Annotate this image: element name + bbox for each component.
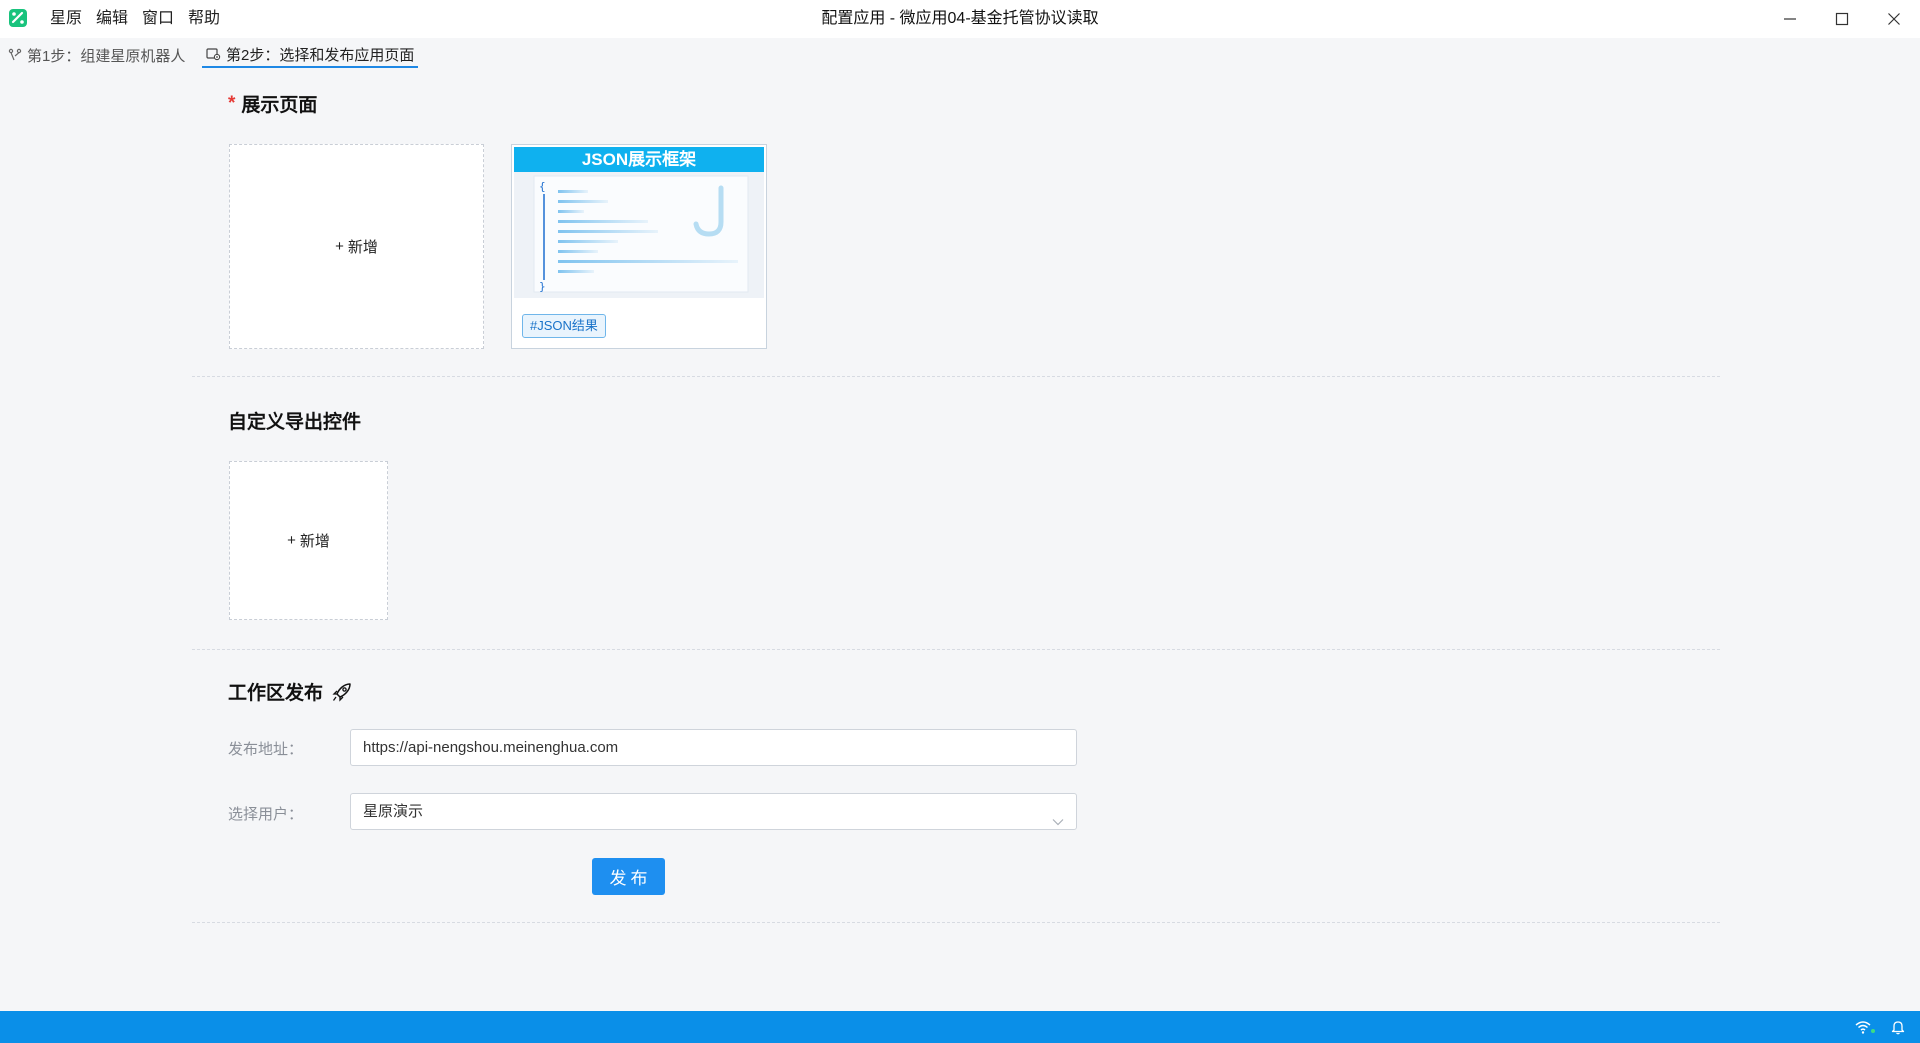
display-page-title: * 展示页面 bbox=[228, 90, 317, 117]
maximize-icon bbox=[1835, 12, 1849, 26]
svg-text:{: { bbox=[539, 180, 546, 193]
menu-item-edit[interactable]: 编辑 bbox=[89, 0, 135, 38]
window-title: 配置应用 - 微应用04-基金托管协议读取 bbox=[821, 10, 1099, 27]
plus-icon: + bbox=[287, 532, 296, 549]
select-user-label: 选择用户： bbox=[228, 806, 304, 823]
add-display-page-label: 新增 bbox=[347, 239, 378, 256]
rocket-icon bbox=[331, 681, 353, 703]
close-icon bbox=[1888, 13, 1900, 25]
tab-step-1[interactable]: 第1步：组建星原机器人 bbox=[4, 42, 189, 68]
maximize-button[interactable] bbox=[1816, 0, 1868, 38]
publish-address-input[interactable]: https://api-nengshou.meinenghua.com bbox=[350, 729, 1077, 766]
json-preview-image: { } bbox=[514, 172, 764, 298]
plus-icon: + bbox=[335, 238, 344, 255]
tab-step-1-label: 第1步：组建星原机器人 bbox=[27, 47, 186, 65]
page-settings-icon bbox=[206, 47, 221, 61]
close-button[interactable] bbox=[1868, 0, 1920, 38]
section-divider bbox=[192, 922, 1720, 923]
required-mark: * bbox=[228, 92, 236, 114]
section-divider bbox=[192, 649, 1720, 650]
menu-item-window[interactable]: 窗口 bbox=[135, 0, 181, 38]
app-logo-icon bbox=[9, 9, 27, 27]
tab-step-2[interactable]: 第2步：选择和发布应用页面 bbox=[202, 42, 419, 68]
publish-title: 工作区发布 bbox=[228, 678, 353, 705]
template-tag: #JSON结果 bbox=[522, 314, 606, 338]
title-bar: 星原 编辑 窗口 帮助 配置应用 - 微应用04-基金托管协议读取 bbox=[0, 0, 1920, 38]
select-user-value: 星原演示 bbox=[363, 803, 424, 820]
section-divider bbox=[192, 376, 1720, 377]
status-bar bbox=[0, 1011, 1920, 1043]
branch-icon bbox=[8, 48, 22, 62]
svg-text:}: } bbox=[539, 280, 546, 293]
add-export-control-button[interactable]: + 新增 bbox=[229, 461, 388, 620]
display-page-title-text: 展示页面 bbox=[241, 95, 318, 116]
template-banner: JSON展示框架 bbox=[514, 147, 764, 172]
menu-item-xingyuan[interactable]: 星原 bbox=[43, 0, 89, 38]
step-tabs: 第1步：组建星原机器人 第2步：选择和发布应用页面 bbox=[0, 38, 1920, 70]
window-controls bbox=[1764, 0, 1920, 38]
minimize-icon bbox=[1784, 18, 1796, 20]
status-icons bbox=[1854, 1019, 1906, 1035]
json-template-card[interactable]: JSON展示框架 { } #JSON结果 bbox=[511, 144, 767, 349]
tab-step-2-label: 第2步：选择和发布应用页面 bbox=[226, 46, 415, 64]
select-user-dropdown[interactable]: 星原演示 bbox=[350, 793, 1077, 830]
publish-title-text: 工作区发布 bbox=[228, 683, 324, 704]
bell-icon[interactable] bbox=[1890, 1019, 1906, 1035]
publish-address-label: 发布地址： bbox=[228, 741, 304, 758]
custom-export-title: 自定义导出控件 bbox=[228, 412, 362, 433]
chevron-down-icon bbox=[1052, 806, 1064, 841]
wifi-icon bbox=[1854, 1019, 1876, 1035]
minimize-button[interactable] bbox=[1764, 0, 1816, 38]
menu-item-help[interactable]: 帮助 bbox=[181, 0, 227, 38]
add-display-page-button[interactable]: + 新增 bbox=[229, 144, 484, 349]
add-export-control-label: 新增 bbox=[299, 533, 330, 550]
menu-bar: 星原 编辑 窗口 帮助 bbox=[43, 0, 227, 38]
publish-button[interactable]: 发布 bbox=[592, 858, 665, 895]
main-content: * 展示页面 + 新增 JSON展示框架 { } #JSON结果 自定义导出控件… bbox=[0, 70, 1920, 1010]
